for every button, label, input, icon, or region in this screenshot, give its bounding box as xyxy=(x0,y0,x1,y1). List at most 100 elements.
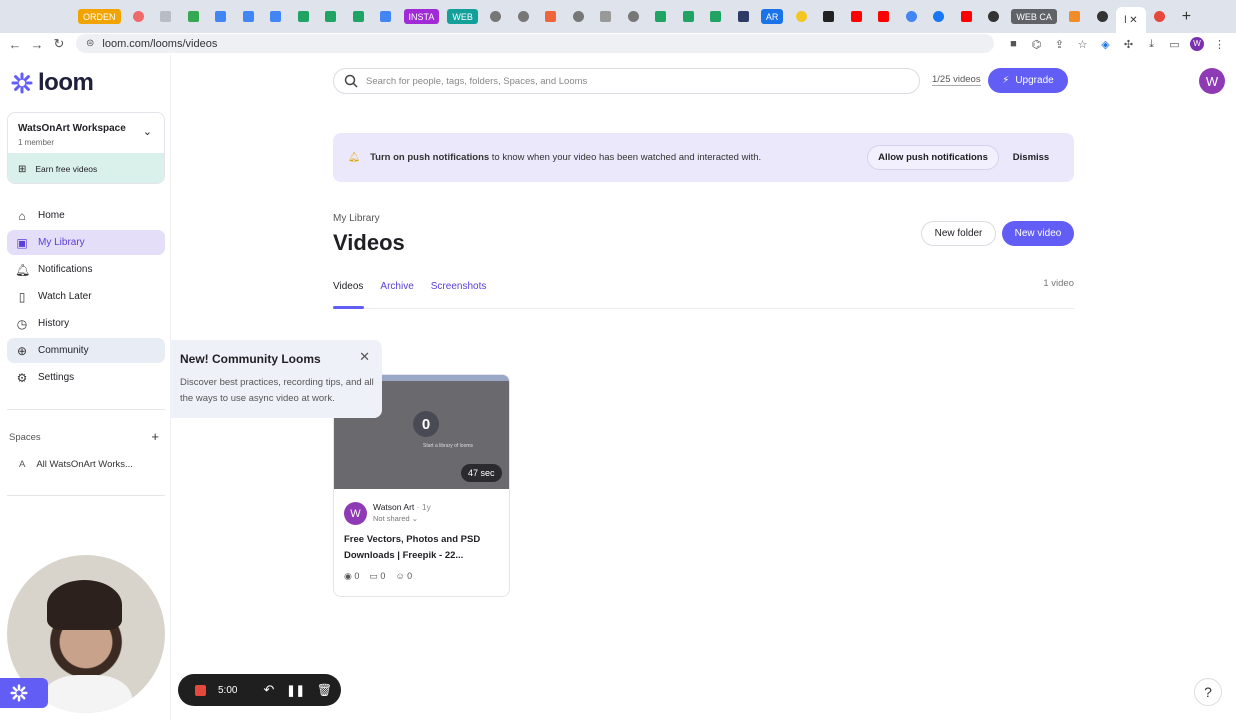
browser-tab[interactable] xyxy=(1061,6,1089,28)
sidebar-item-history[interactable]: ◷ History xyxy=(7,311,165,336)
browser-tab-active[interactable]: l ✕ xyxy=(1115,7,1146,33)
browser-tab-insta[interactable]: INSTA xyxy=(403,9,440,24)
browser-tab[interactable] xyxy=(925,6,953,28)
puzzle-icon[interactable]: ✣ xyxy=(1117,38,1140,51)
browser-tab[interactable] xyxy=(125,6,153,28)
browser-tab[interactable] xyxy=(290,6,318,28)
browser-tab[interactable] xyxy=(262,6,290,28)
space-item-all-workspace[interactable]: A All WatsOnArt Works... xyxy=(19,459,133,470)
workspace-switcher[interactable]: WatsOnArt Workspace 1 member ⌄ ⊞ Earn fr… xyxy=(7,112,165,184)
url-field[interactable]: ⊜ loom.com/looms/videos xyxy=(76,34,994,53)
star-icon[interactable]: ☆ xyxy=(1071,38,1094,51)
close-tab-icon[interactable]: ✕ xyxy=(1129,15,1137,26)
restart-icon[interactable]: ↶ xyxy=(263,682,274,698)
browser-tab[interactable] xyxy=(509,6,537,28)
breadcrumb[interactable]: My Library xyxy=(333,213,380,224)
video-count: 1 video xyxy=(1043,278,1074,289)
video-title[interactable]: Free Vectors, Photos and PSD Downloads |… xyxy=(344,532,494,564)
forward-icon[interactable]: → xyxy=(26,37,48,52)
browser-tab[interactable] xyxy=(1088,6,1116,28)
new-folder-button[interactable]: New folder xyxy=(921,221,996,246)
sidepanel-icon[interactable]: ▭ xyxy=(1163,38,1186,51)
close-icon[interactable]: ✕ xyxy=(359,349,370,365)
trash-icon[interactable]: 🗑︎ xyxy=(317,683,332,697)
user-avatar[interactable]: W xyxy=(1199,68,1225,94)
timer-icon xyxy=(1096,11,1108,22)
allow-push-notifications-button[interactable]: Allow push notifications xyxy=(867,145,999,170)
dismiss-banner-button[interactable]: Dismiss xyxy=(1005,145,1057,170)
loom-launcher-button[interactable] xyxy=(0,678,48,708)
browser-tab[interactable] xyxy=(815,6,843,28)
sidebar-item-settings[interactable]: ⚙ Settings xyxy=(7,365,165,390)
browser-tab[interactable] xyxy=(897,6,925,28)
new-video-button[interactable]: New video xyxy=(1002,221,1074,246)
browser-tab[interactable] xyxy=(619,6,647,28)
help-button[interactable]: ? xyxy=(1194,678,1222,706)
sharing-status-dropdown[interactable]: Not shared ⌄ xyxy=(373,514,418,523)
browser-tab-orden[interactable]: ORDEN xyxy=(78,9,121,24)
browser-tab[interactable] xyxy=(842,6,870,28)
browser-tab[interactable] xyxy=(702,6,730,28)
loom-logo[interactable]: loom xyxy=(11,69,94,97)
home-icon: ⌂ xyxy=(18,208,26,223)
browser-tab-ar[interactable]: AR xyxy=(760,9,784,24)
earn-free-videos-button[interactable]: ⊞ Earn free videos xyxy=(8,153,164,183)
site-info-icon[interactable]: ⊜ xyxy=(86,38,94,49)
reload-icon[interactable]: ↻ xyxy=(48,36,70,52)
sheets-plus-icon xyxy=(655,11,667,22)
video-stats: ◉ 0 ▭ 0 ☺ 0 xyxy=(344,571,412,582)
comments-count: 0 xyxy=(380,571,386,581)
browser-tab[interactable] xyxy=(235,6,263,28)
translate-icon[interactable]: ⌬ xyxy=(1025,38,1048,51)
browser-profile-avatar[interactable]: W xyxy=(1190,37,1204,51)
browser-tab[interactable] xyxy=(592,6,620,28)
active-tab-label: l xyxy=(1124,14,1127,26)
space-letter-icon: A xyxy=(19,459,26,470)
sidebar-item-home[interactable]: ⌂ Home xyxy=(7,203,165,228)
pause-icon[interactable]: ❚❚ xyxy=(286,684,304,697)
browser-tab-web[interactable]: WEB xyxy=(447,9,478,24)
sidebar-item-my-library[interactable]: ▣ My Library xyxy=(7,230,165,255)
browser-tab[interactable] xyxy=(372,6,400,28)
video-quota-link[interactable]: 1/25 videos xyxy=(932,74,981,86)
browser-tab-web-ca[interactable]: WEB CA xyxy=(1011,9,1057,24)
browser-tab[interactable] xyxy=(537,6,565,28)
browser-tab[interactable] xyxy=(870,6,898,28)
new-tab-icon[interactable]: + xyxy=(1173,8,1199,26)
library-tabs: Videos Archive Screenshots xyxy=(333,281,486,292)
extension-translate-icon[interactable]: ◈ xyxy=(1094,38,1117,51)
reactions-stat: ☺ 0 xyxy=(395,571,412,582)
menu-kebab-icon[interactable]: ⋮ xyxy=(1208,38,1231,51)
tab-archive[interactable]: Archive xyxy=(380,281,413,292)
back-icon[interactable]: ← xyxy=(4,37,26,52)
browser-tab[interactable] xyxy=(729,6,757,28)
camera-icon[interactable]: ■ xyxy=(1002,38,1025,50)
sidebar-item-watch-later[interactable]: ▯ Watch Later xyxy=(7,284,165,309)
add-space-icon[interactable]: + xyxy=(151,429,159,444)
sidebar-item-community[interactable]: ⊕ Community xyxy=(7,338,165,363)
browser-tab[interactable] xyxy=(674,6,702,28)
browser-tab[interactable] xyxy=(482,6,510,28)
stop-recording-button[interactable] xyxy=(195,684,206,696)
browser-tab[interactable] xyxy=(1146,6,1174,28)
search-input[interactable]: Search for people, tags, folders, Spaces… xyxy=(333,68,920,94)
download-icon[interactable]: ⤓ xyxy=(1140,38,1163,51)
tab-screenshots[interactable]: Screenshots xyxy=(431,281,487,292)
sidebar-item-label: Notifications xyxy=(38,264,93,275)
browser-tab[interactable] xyxy=(564,6,592,28)
browser-tab[interactable] xyxy=(787,6,815,28)
browser-tab[interactable] xyxy=(180,6,208,28)
chevron-down-icon[interactable]: ⌄ xyxy=(143,125,152,138)
browser-tab[interactable] xyxy=(207,6,235,28)
browser-tab[interactable] xyxy=(152,6,180,28)
share-icon[interactable]: ⇪ xyxy=(1048,38,1071,51)
reactions-count: 0 xyxy=(407,571,413,581)
browser-tab[interactable] xyxy=(345,6,373,28)
sidebar-item-notifications[interactable]: 🔔︎ Notifications xyxy=(7,257,165,282)
browser-tab[interactable] xyxy=(952,6,980,28)
upgrade-button[interactable]: ⚡︎ Upgrade xyxy=(988,68,1068,93)
browser-tab[interactable] xyxy=(647,6,675,28)
tab-videos[interactable]: Videos xyxy=(333,281,363,292)
browser-tab[interactable] xyxy=(980,6,1008,28)
browser-tab[interactable] xyxy=(317,6,345,28)
